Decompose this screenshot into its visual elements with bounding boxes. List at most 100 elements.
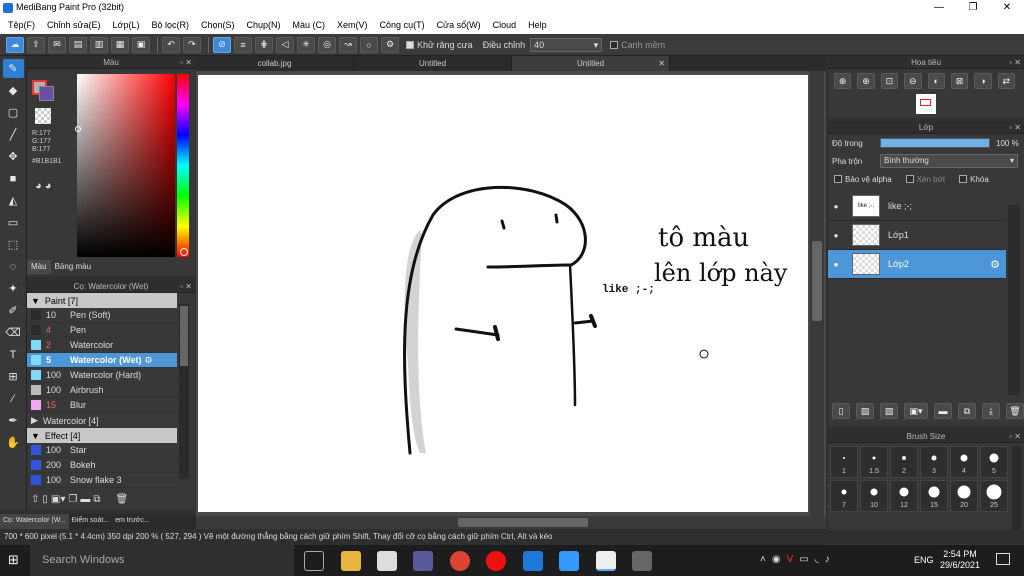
brush-item[interactable]: 200 Bokeh: [27, 458, 177, 473]
tab-brush[interactable]: Cọ: Watercolor (W...: [0, 514, 69, 529]
copy-icon[interactable]: ❐: [68, 494, 77, 505]
menu-layer[interactable]: Lớp(L): [107, 20, 146, 30]
panel-close-icon[interactable]: ▫ ✕: [1009, 430, 1021, 443]
fit-icon[interactable]: ⊡: [880, 73, 899, 89]
redo-icon[interactable]: ↷: [183, 36, 201, 53]
brush-size-cell[interactable]: 3: [920, 446, 948, 478]
line-tool-icon[interactable]: ╱: [3, 125, 24, 144]
menu-view[interactable]: Xem(V): [331, 20, 374, 30]
comment-icon[interactable]: ✉: [48, 36, 66, 53]
brush-size-cell[interactable]: 7: [830, 480, 858, 512]
tab-untitled-1[interactable]: Untitled: [354, 56, 512, 71]
palette-icon[interactable]: ◕ ◕: [35, 180, 51, 192]
rotate-icon[interactable]: ◐: [927, 73, 945, 89]
color-saturation-picker[interactable]: [77, 74, 175, 257]
brush-list-scrollbar[interactable]: [179, 304, 189, 479]
tab-color[interactable]: Màu: [27, 260, 51, 274]
chrome-icon[interactable]: [450, 551, 470, 571]
lock-option[interactable]: Khóa: [959, 175, 989, 184]
save-icon[interactable]: ▣: [132, 36, 150, 53]
panel-close-icon[interactable]: ▫ ✕: [1009, 121, 1021, 134]
upload-icon[interactable]: ⇧: [31, 494, 39, 505]
chevron-up-icon[interactable]: ˄: [760, 554, 766, 565]
rotate-back-icon[interactable]: ◑: [974, 73, 992, 89]
share-icon[interactable]: ⇪: [27, 36, 45, 53]
settings-gear-icon[interactable]: ⚙: [381, 36, 399, 53]
mail-app-icon[interactable]: [559, 551, 579, 571]
mail-icon[interactable]: [377, 551, 397, 571]
brush-size-cell[interactable]: 5: [980, 446, 1008, 478]
new-layer-icon[interactable]: ▯: [832, 403, 850, 419]
vertical-scrollbar[interactable]: [810, 71, 824, 516]
brush-size-cell[interactable]: 12: [890, 480, 918, 512]
transparent-swatch[interactable]: [35, 108, 51, 124]
panel-close-icon[interactable]: ▫ ✕: [180, 56, 192, 69]
windows-start-icon[interactable]: ⊞: [8, 553, 22, 567]
minimize-button[interactable]: —: [922, 0, 956, 16]
select-pen-tool-icon[interactable]: ✐: [3, 301, 24, 320]
tab-preview[interactable]: em trước...: [112, 514, 153, 529]
battery-icon[interactable]: ▭: [799, 554, 808, 565]
cloud-icon[interactable]: ☁: [6, 36, 24, 53]
grid-snap-icon[interactable]: ⋕: [255, 36, 273, 53]
dot-tool-icon[interactable]: ▢: [3, 103, 24, 122]
merge-down-icon[interactable]: ⤓: [982, 403, 1000, 419]
select-eraser-tool-icon[interactable]: ⌫: [3, 323, 24, 342]
gradient-tool-icon[interactable]: ▭: [3, 213, 24, 232]
brush-size-cell[interactable]: 25: [980, 480, 1008, 512]
visibility-dot-icon[interactable]: ●: [828, 260, 844, 269]
parallel-snap-icon[interactable]: ≡: [234, 36, 252, 53]
circle-snap-icon[interactable]: ○: [360, 36, 378, 53]
brush-size-cell[interactable]: 20: [950, 480, 978, 512]
brush-size-cell[interactable]: 1.5: [860, 446, 888, 478]
task-view-icon[interactable]: [304, 551, 324, 571]
concentric-icon[interactable]: ◎: [318, 36, 336, 53]
brush-group-effect[interactable]: ▼ Effect [4]: [27, 428, 177, 443]
add-brush-icon[interactable]: ▣▾: [51, 494, 65, 505]
clock[interactable]: 2:54 PM 29/6/2021: [940, 549, 980, 571]
menu-help[interactable]: Help: [522, 20, 553, 30]
layer-row[interactable]: ● like ;-; like ;-;: [828, 192, 1006, 221]
divide-tool-icon[interactable]: ⊞: [3, 367, 24, 386]
hand-tool-icon[interactable]: ✋: [3, 433, 24, 452]
smooth-checkbox[interactable]: [610, 41, 619, 50]
lasso-tool-icon[interactable]: ◌: [3, 257, 24, 276]
add-layer-menu-icon[interactable]: ▣▾: [904, 403, 928, 419]
new-halftone-layer-icon[interactable]: ▨: [880, 403, 898, 419]
protect-alpha-option[interactable]: Bảo vệ alpha: [834, 175, 892, 184]
magic-wand-tool-icon[interactable]: ✦: [3, 279, 24, 298]
close-icon[interactable]: ✕: [658, 56, 665, 71]
hue-slider[interactable]: [177, 74, 189, 257]
maximize-button[interactable]: ❐: [956, 0, 990, 16]
hue-cursor[interactable]: [180, 248, 188, 256]
tray-app-icon[interactable]: ◉: [772, 554, 781, 565]
menu-snap[interactable]: Chụp(N): [241, 20, 287, 30]
snap-off-icon[interactable]: ⊘: [213, 36, 231, 53]
brush-item-selected[interactable]: 5 Watercolor (Wet) ⚙: [27, 353, 177, 368]
folder-icon[interactable]: ▬: [80, 494, 90, 505]
brush-item[interactable]: 15 Blur: [27, 398, 177, 413]
brush-size-cell[interactable]: 15: [920, 480, 948, 512]
language-indicator[interactable]: ENG: [914, 555, 934, 565]
new-color-layer-icon[interactable]: ▧: [856, 403, 874, 419]
medibang-taskbar-icon[interactable]: [596, 551, 616, 571]
file-explorer-icon[interactable]: [341, 551, 361, 571]
new-brush-icon[interactable]: ▯: [42, 494, 48, 505]
brush-group-paint[interactable]: ▼ Paint [7]: [27, 293, 177, 308]
antialias-checkbox[interactable]: [406, 41, 414, 50]
trash-icon[interactable]: 🗑: [1006, 403, 1024, 419]
horizontal-scrollbar[interactable]: [196, 516, 826, 529]
brush-item[interactable]: 10 Pen (Soft): [27, 308, 177, 323]
tablet-icon[interactable]: ▤: [69, 36, 87, 53]
duplicate-icon[interactable]: ⧉: [93, 494, 100, 505]
grid-list-icon[interactable]: ▦: [111, 36, 129, 53]
visibility-dot-icon[interactable]: ●: [828, 202, 844, 211]
brush-size-scrollbar[interactable]: [1012, 446, 1022, 542]
panel-close-icon[interactable]: ▫ ✕: [1009, 56, 1021, 69]
menu-edit[interactable]: Chỉnh sửa(E): [41, 20, 107, 30]
opacity-slider[interactable]: [880, 138, 990, 148]
menu-cloud[interactable]: Cloud: [487, 20, 523, 30]
drawing-canvas[interactable]: like ;-; tô màu lên lớp này: [198, 75, 808, 512]
text-tool-icon[interactable]: T: [3, 345, 24, 364]
secondary-color-swatch[interactable]: [39, 86, 54, 101]
